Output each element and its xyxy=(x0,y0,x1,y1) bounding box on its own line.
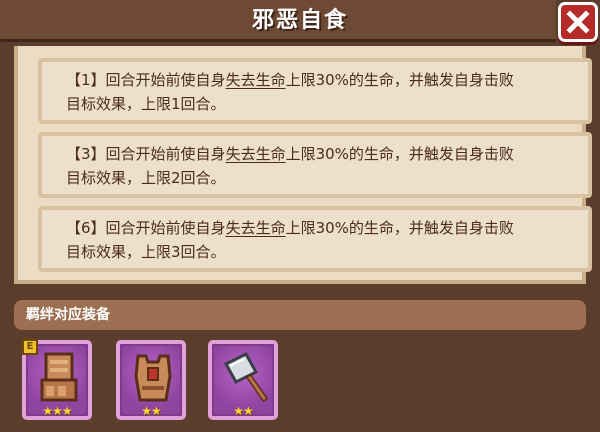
effect-text: 【1】回合开始前使自身失去生命上限30%的生命，并触发自身击败 目标效果，上限1… xyxy=(66,68,566,116)
title-bar: 邪恶自食 xyxy=(0,0,600,44)
lose-life-term[interactable]: 失去生命 xyxy=(226,219,286,237)
equipment-title: 羁绊对应装备 xyxy=(26,307,110,323)
effect-desc-line2: 目标效果，上限2回合。 xyxy=(66,169,226,187)
effect-card: 【1】回合开始前使自身失去生命上限30%的生命，并触发自身击败 目标效果，上限1… xyxy=(38,58,592,124)
dialog-title: 邪恶自食 xyxy=(251,8,348,33)
effect-desc: 回合开始前使自身 xyxy=(105,145,226,163)
star-rating: ★★ xyxy=(141,404,162,418)
effect-card: 【3】回合开始前使自身失去生命上限30%的生命，并触发自身击败 目标效果，上限2… xyxy=(38,132,592,198)
lose-life-term[interactable]: 失去生命 xyxy=(226,145,286,163)
effect-desc-line2: 目标效果，上限1回合。 xyxy=(66,95,226,113)
effects-panel: 【1】回合开始前使自身失去生命上限30%的生命，并触发自身击败 目标效果，上限1… xyxy=(14,46,592,284)
gauntlet-icon xyxy=(40,352,78,402)
effect-desc: 上限30%的生命，并触发自身击败 xyxy=(285,71,514,89)
effect-card: 【6】回合开始前使自身失去生命上限30%的生命，并触发自身击败 目标效果，上限3… xyxy=(38,206,592,272)
effect-desc: 回合开始前使自身 xyxy=(105,219,226,237)
star-rating: ★★★ xyxy=(42,404,72,418)
effect-level: 【3】 xyxy=(66,145,106,163)
armor-icon xyxy=(134,354,172,402)
equipped-badge: E xyxy=(22,339,38,355)
effect-text: 【6】回合开始前使自身失去生命上限30%的生命，并触发自身击败 目标效果，上限3… xyxy=(66,216,566,264)
equipment-slot-armor[interactable]: ★★ xyxy=(116,340,186,420)
effect-desc: 上限30%的生命，并触发自身击败 xyxy=(285,145,514,163)
cleaver-icon xyxy=(223,352,269,403)
equipment-slot-cleaver[interactable]: ★★ xyxy=(208,340,278,420)
equipment-header: 羁绊对应装备 xyxy=(14,300,586,330)
effect-desc: 回合开始前使自身 xyxy=(105,71,226,89)
lose-life-term[interactable]: 失去生命 xyxy=(226,71,286,89)
dialog-window: 邪恶自食 【1】回合开始前使自身失去生命上限30%的生命，并触发自身击败 目标效… xyxy=(0,0,600,432)
close-icon xyxy=(566,10,590,34)
effect-desc-line2: 目标效果，上限3回合。 xyxy=(66,243,226,261)
effect-text: 【3】回合开始前使自身失去生命上限30%的生命，并触发自身击败 目标效果，上限2… xyxy=(66,142,566,190)
effect-level: 【6】 xyxy=(66,219,106,237)
effect-desc: 上限30%的生命，并触发自身击败 xyxy=(285,219,514,237)
star-rating: ★★ xyxy=(233,404,254,418)
close-button[interactable] xyxy=(558,2,598,42)
effect-level: 【1】 xyxy=(66,71,106,89)
